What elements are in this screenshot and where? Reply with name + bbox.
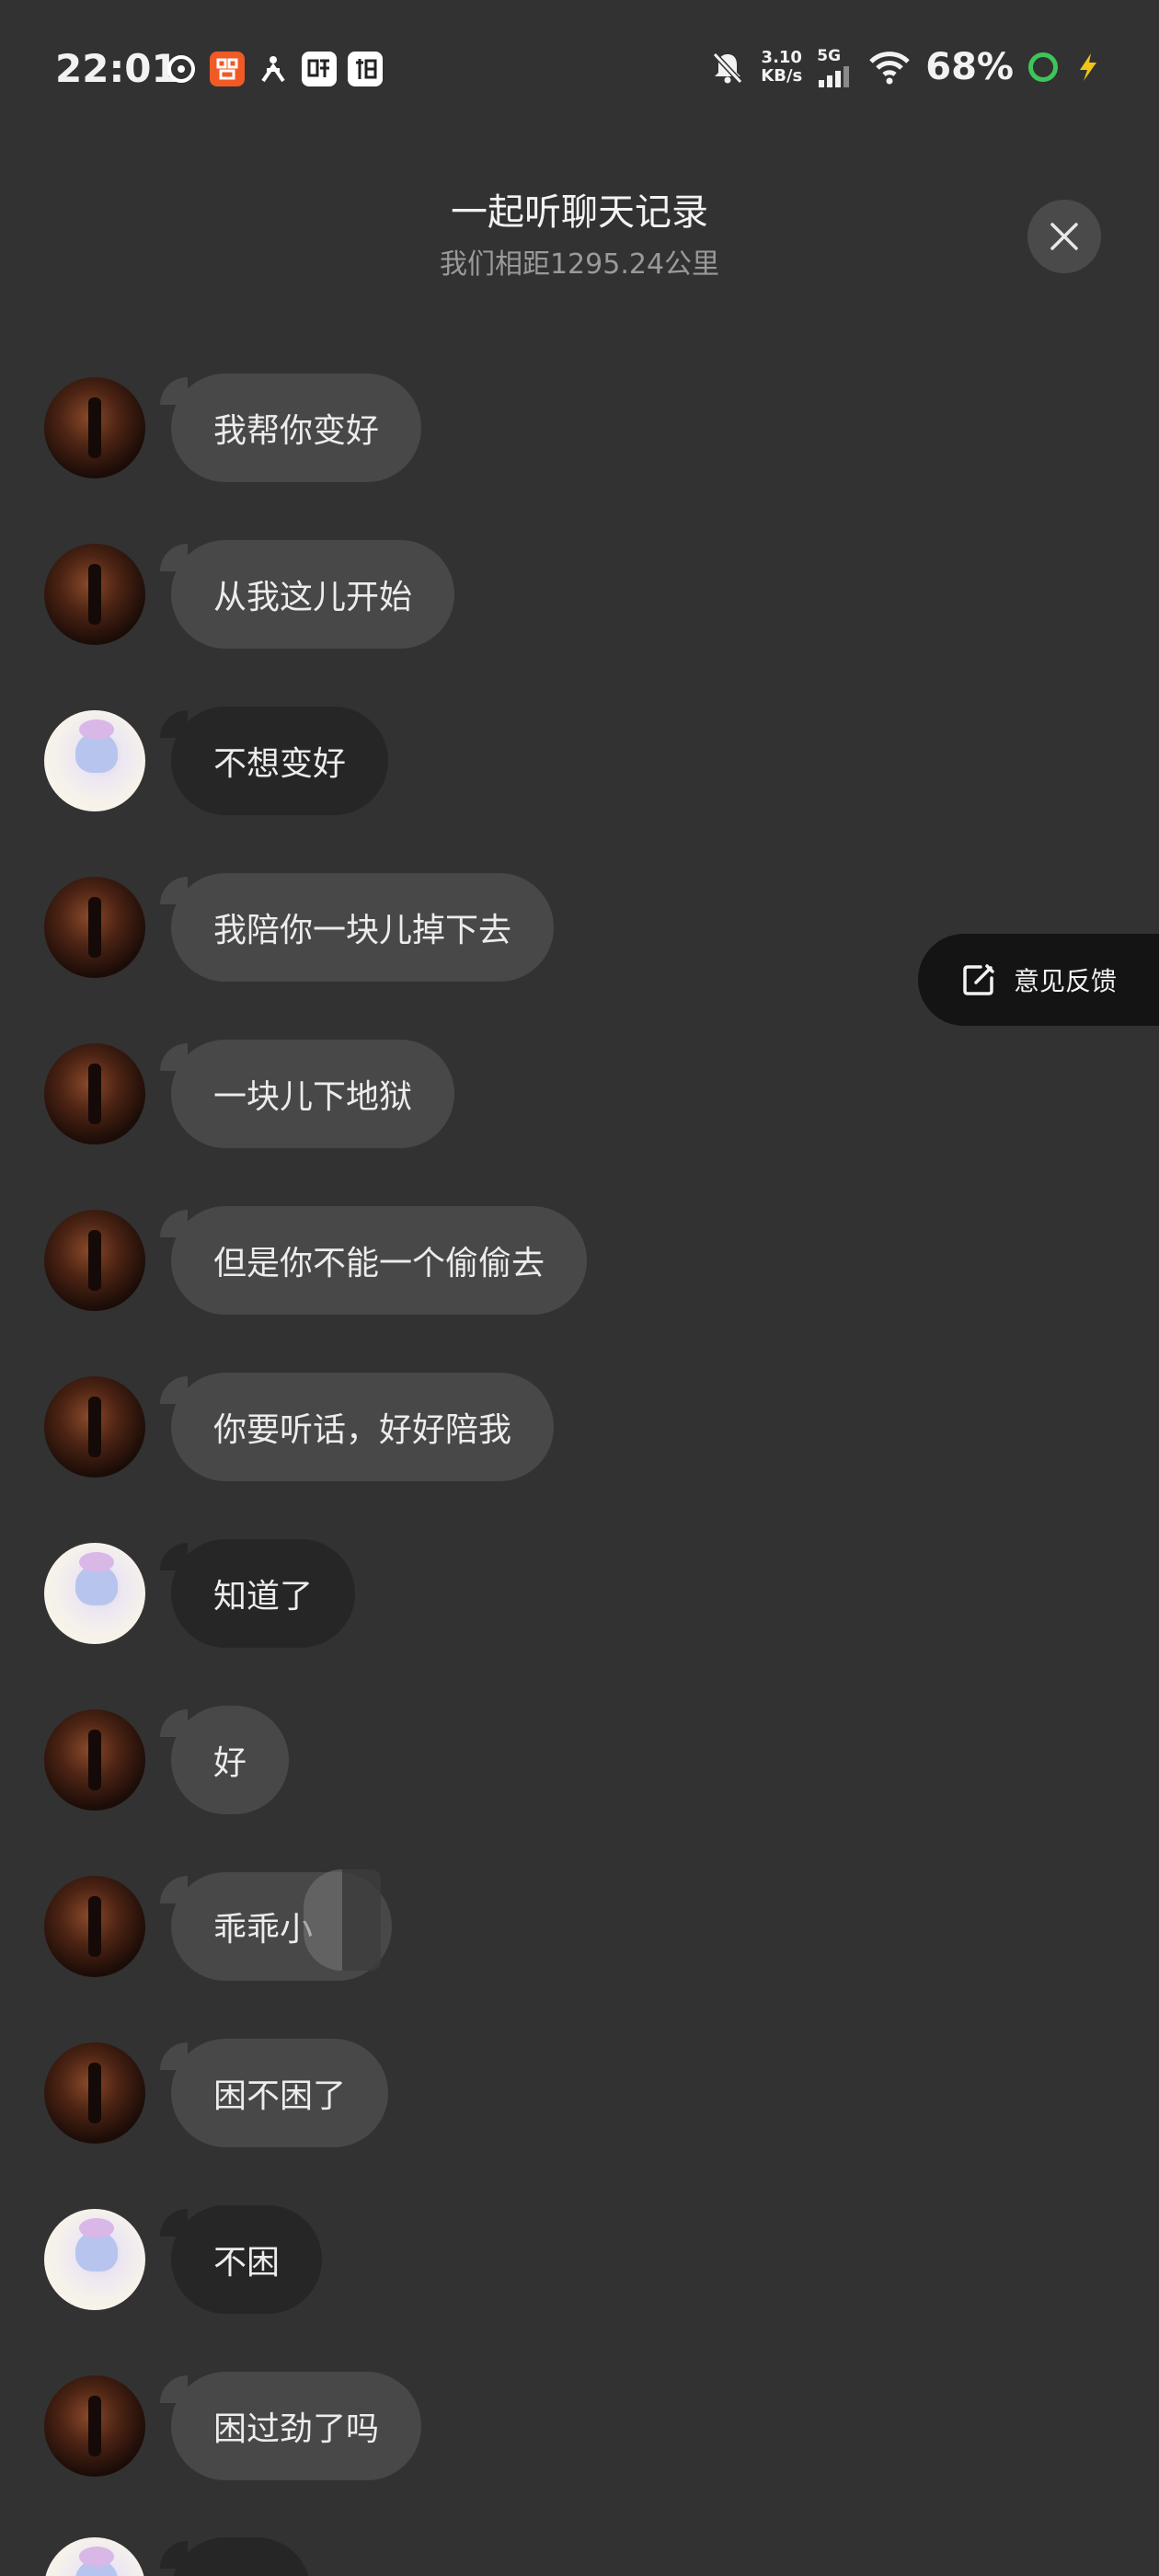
message-bubble[interactable]: 不想变好	[159, 707, 389, 815]
message-bubble-partial[interactable]	[160, 2537, 311, 2576]
avatar-self[interactable]	[44, 2537, 145, 2576]
edit-icon	[963, 964, 994, 995]
tieba-icon	[302, 52, 337, 86]
close-button[interactable]	[1027, 200, 1101, 273]
message-bubble[interactable]: 一块儿下地狱	[159, 1040, 455, 1148]
mute-bell-icon	[713, 52, 743, 85]
message-row: 一块儿下地狱	[44, 1039, 455, 1149]
status-time: 22:01	[55, 46, 178, 91]
network-type: 5G	[817, 47, 842, 65]
avatar-partner[interactable]	[44, 1876, 145, 1977]
wifi-icon	[869, 52, 911, 85]
avatar-self[interactable]	[44, 710, 145, 811]
message-bubble[interactable]: 知道了	[159, 1539, 356, 1648]
message-bubble[interactable]: 不困	[159, 2205, 323, 2314]
message-bubble[interactable]: 从我这儿开始	[159, 540, 455, 649]
avatar-partner[interactable]	[44, 2042, 145, 2144]
feedback-label: 意见反馈	[1014, 966, 1118, 996]
taobao-shop-icon	[210, 52, 245, 86]
avatar-self[interactable]	[44, 1543, 145, 1644]
avatar-partner[interactable]	[44, 2375, 145, 2477]
message-row: 我陪你一块儿掉下去	[44, 872, 555, 983]
message-row: 不想变好	[44, 706, 389, 816]
message-row-partial	[44, 2537, 311, 2576]
avatar-partner[interactable]	[44, 1210, 145, 1311]
netease-music-icon	[164, 52, 199, 86]
message-row: 不困	[44, 2204, 323, 2315]
network-speed: 3.10 KB/s	[761, 49, 802, 86]
status-right: 3.10 KB/s 5G 68%	[709, 46, 1104, 88]
message-bubble[interactable]: 困过劲了吗	[159, 2372, 422, 2480]
page-title: 一起听聊天记录	[451, 191, 708, 234]
avatar-self[interactable]	[44, 2209, 145, 2310]
message-bubble[interactable]: 但是你不能一个偷偷去	[159, 1206, 588, 1315]
message-row: 好	[44, 1705, 290, 1815]
charging-bolt-icon	[1080, 53, 1096, 81]
battery-percent: 68%	[925, 46, 1014, 88]
message-row: 我帮你变好	[44, 373, 422, 483]
message-row: 困不困了	[44, 2038, 389, 2148]
message-bubble[interactable]: 困不困了	[159, 2039, 389, 2147]
message-row: 知道了	[44, 1538, 356, 1649]
message-bubble[interactable]: 好	[159, 1706, 290, 1814]
notification-icons	[164, 52, 383, 86]
close-icon	[1050, 223, 1078, 250]
cellular-signal: 5G	[817, 47, 854, 87]
message-row: 困过劲了吗	[44, 2371, 422, 2481]
feedback-button[interactable]: 意见反馈	[918, 934, 1159, 1026]
avatar-partner[interactable]	[44, 1709, 145, 1811]
network-speed-value: 3.10	[761, 48, 802, 67]
signal-bars-icon	[819, 66, 850, 87]
message-row: 但是你不能一个偷偷去	[44, 1205, 588, 1316]
message-bubble[interactable]: 我帮你变好	[159, 374, 422, 482]
message-row: 你要听话，好好陪我	[44, 1372, 555, 1482]
avatar-partner[interactable]	[44, 1376, 145, 1478]
distance-subtitle: 我们相距1295.24公里	[439, 248, 720, 281]
floating-window-handle[interactable]	[304, 1869, 381, 1971]
message-bubble[interactable]: 你要听话，好好陪我	[159, 1373, 555, 1481]
avatar-partner[interactable]	[44, 544, 145, 645]
avatar-partner[interactable]	[44, 877, 145, 978]
message-row: 从我这儿开始	[44, 539, 455, 650]
taobao-icon	[348, 52, 383, 86]
message-bubble[interactable]: 我陪你一块儿掉下去	[159, 873, 555, 982]
avatar-partner[interactable]	[44, 377, 145, 478]
status-bar: 22:01 3.10 KB/s 5G 68%	[0, 0, 1159, 138]
keep-fitness-icon	[256, 52, 291, 86]
avatar-partner[interactable]	[44, 1043, 145, 1144]
battery-ring-icon	[1028, 52, 1058, 82]
network-speed-unit: KB/s	[761, 66, 803, 86]
